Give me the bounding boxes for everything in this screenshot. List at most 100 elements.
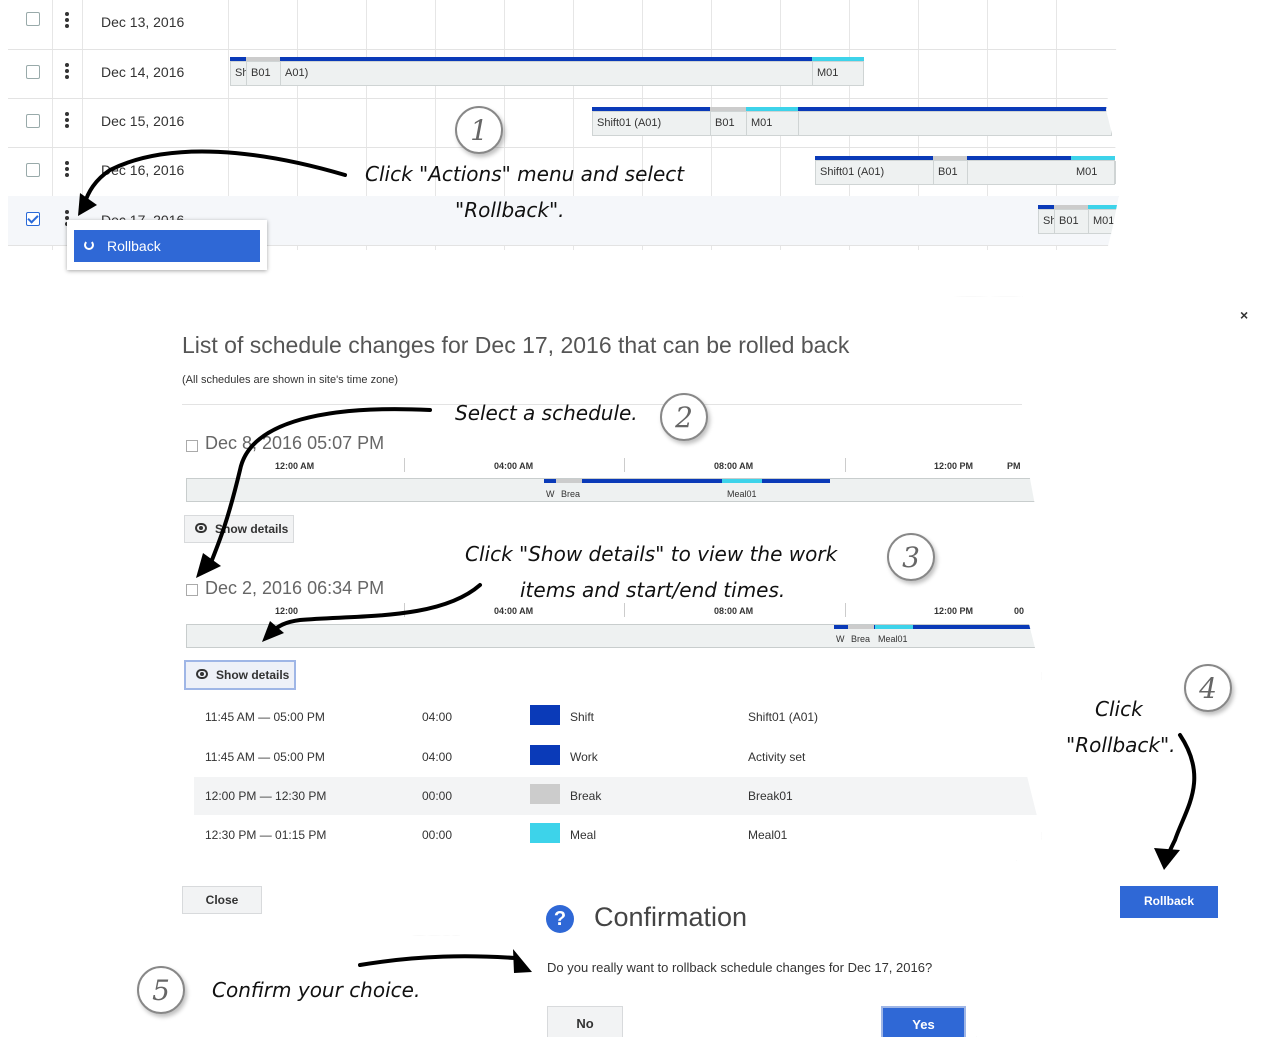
timeline-tick: 08:00 AM: [714, 606, 754, 616]
rollback-icon: [84, 240, 94, 250]
schedule-bar[interactable]: Sh B01 M01: [1038, 205, 1119, 235]
step-1-note: "Rollback".: [455, 198, 565, 222]
detail-name: Activity set: [748, 750, 806, 764]
row-checkbox[interactable]: [26, 65, 40, 79]
actions-menu-icon[interactable]: [64, 63, 70, 81]
detail-type: Break: [570, 789, 602, 803]
segment-label: B01: [247, 62, 281, 85]
segment-label: M01: [747, 112, 799, 135]
segment-label: A01): [281, 62, 813, 85]
eye-icon: [196, 669, 208, 679]
step-4-badge: 4: [1184, 664, 1232, 712]
segment-label: Brea: [851, 634, 871, 644]
actions-menu-icon[interactable]: [64, 161, 70, 179]
step-3-note: items and start/end times.: [520, 578, 786, 602]
break-bar: [556, 479, 582, 483]
show-details-button[interactable]: Show details: [184, 515, 294, 543]
segment-label: M01: [817, 67, 839, 79]
table-row: Dec 14, 2016 Sh B01 A01) M01: [8, 49, 1120, 99]
timeline-divider: [845, 603, 846, 617]
schedule-grid: Dec 13, 2016 Dec 14, 2016 Sh B01 A01) M0…: [8, 0, 1120, 322]
show-details-button[interactable]: Show details: [184, 660, 296, 690]
table-row: Dec 13, 2016: [8, 0, 1120, 50]
step-3-badge: 3: [887, 533, 935, 581]
step-5-note: Confirm your choice.: [212, 978, 421, 1002]
detail-duration: 04:00: [422, 750, 453, 764]
actions-menu: Rollback: [67, 220, 267, 270]
row-date: Dec 14, 2016: [101, 64, 185, 80]
color-swatch: [530, 784, 560, 804]
color-swatch: [530, 823, 560, 843]
segment-label: Brea: [561, 489, 581, 499]
schedule-checkbox[interactable]: [186, 440, 198, 452]
rollback-menu-item[interactable]: Rollback: [74, 230, 260, 262]
step-2-note: Select a schedule.: [455, 401, 638, 425]
close-icon[interactable]: ×: [1240, 307, 1248, 323]
detail-type: Meal: [570, 828, 597, 842]
timeline-divider: [624, 458, 625, 472]
show-details-label: Show details: [216, 668, 290, 682]
details-row: 12:00 PM — 12:30 PM 00:00 Break Break01: [194, 777, 1042, 815]
segment-label: Sh: [231, 62, 247, 85]
schedule-date: Dec 8, 2016 05:07 PM: [205, 433, 385, 453]
no-button[interactable]: No: [547, 1006, 623, 1037]
row-checkbox[interactable]: [26, 114, 40, 128]
detail-name: Break01: [748, 789, 793, 803]
timeline-tick: 12:00 PM: [934, 461, 974, 471]
shift-bar: [544, 479, 830, 483]
row-checkbox[interactable]: [26, 163, 40, 177]
schedule-date: Dec 2, 2016 06:34 PM: [205, 578, 385, 598]
timeline-divider: [845, 458, 846, 472]
segment-label: Meal01: [878, 634, 908, 644]
actions-menu-icon[interactable]: [64, 112, 70, 130]
detail-duration: 00:00: [422, 789, 453, 803]
schedule-bar[interactable]: Shift01 (A01) B01 M01: [815, 156, 1116, 186]
segment-label: W: [546, 489, 555, 499]
schedule-bar[interactable]: Shift01 (A01) B01 M01: [592, 107, 1112, 137]
color-swatch: [530, 745, 560, 765]
details-row: 11:45 AM — 05:00 PM 04:00 Shift Shift01 …: [194, 699, 1034, 737]
segment-label: W: [836, 634, 845, 644]
step-4-note: "Rollback".: [1066, 733, 1176, 757]
detail-time: 12:00 PM — 12:30 PM: [205, 789, 327, 803]
row-checkbox[interactable]: [26, 212, 40, 226]
detail-time: 11:45 AM — 05:00 PM: [205, 710, 325, 724]
rollback-button[interactable]: Rollback: [1120, 886, 1218, 918]
break-bar: [848, 625, 874, 629]
schedule-timeline[interactable]: [186, 624, 1042, 648]
table-row: Dec 15, 2016 Shift01 (A01) B01 M01: [8, 98, 1120, 148]
detail-name: Meal01: [748, 828, 788, 842]
confirmation-title: Confirmation: [594, 902, 748, 932]
detail-duration: 04:00: [422, 710, 453, 724]
segment-label: B01: [1055, 210, 1089, 233]
segment-label: M01: [1089, 210, 1119, 233]
schedule-checkbox[interactable]: [186, 584, 198, 596]
segment-label: B01: [934, 161, 968, 184]
segment-label: Meal01: [727, 489, 757, 499]
step-5-badge: 5: [137, 966, 185, 1014]
row-checkbox[interactable]: [26, 12, 40, 26]
step-4-note: Click: [1095, 697, 1143, 721]
details-row: 12:30 PM — 01:15 PM 00:00 Meal Meal01: [194, 817, 1034, 855]
timeline-divider: [624, 603, 625, 617]
meal-bar: [722, 479, 762, 483]
segment-label: Shift01 (A01): [816, 161, 934, 184]
dialog-right-edge: Rollback: [1090, 296, 1260, 956]
confirmation-message: Do you really want to rollback schedule …: [547, 960, 933, 975]
close-button[interactable]: Close: [182, 886, 262, 914]
segment-label: Shift01 (A01): [593, 112, 711, 135]
timeline-divider: [404, 458, 405, 472]
yes-button[interactable]: Yes: [881, 1006, 966, 1037]
rollback-dialog: List of schedule changes for Dec 17, 201…: [142, 296, 1042, 936]
segment-label: Sh: [1039, 210, 1055, 233]
dialog-title: List of schedule changes for Dec 17, 201…: [182, 332, 850, 358]
details-row: 11:45 AM — 05:00 PM 04:00 Work Activity …: [194, 739, 1034, 777]
dialog-subtitle: (All schedules are shown in site's time …: [182, 374, 399, 386]
detail-type: Work: [570, 750, 598, 764]
rollback-menu-label: Rollback: [107, 238, 161, 254]
schedule-bar[interactable]: Sh B01 A01) M01: [230, 57, 864, 87]
step-1-badge: 1: [455, 106, 503, 154]
step-3-note: Click "Show details" to view the work: [465, 542, 838, 566]
detail-type: Shift: [570, 710, 595, 724]
actions-menu-icon[interactable]: [64, 12, 70, 30]
